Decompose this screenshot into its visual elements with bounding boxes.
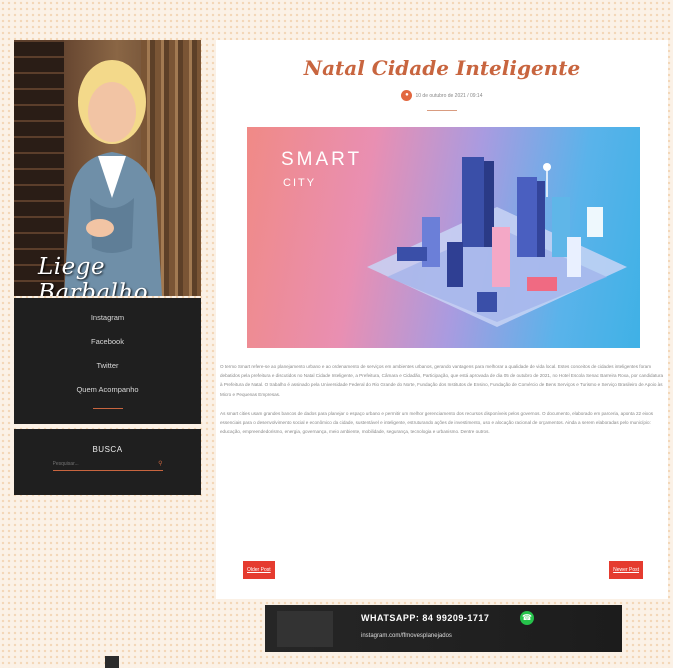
post-paragraph: As smart cities usam grandes bancos de d…	[220, 410, 654, 435]
post-title: Natal Cidade Inteligente	[303, 56, 581, 80]
menu-item-quem-acompanho[interactable]: Quem Acompanho	[14, 378, 201, 402]
profile-photo: Liege Barbalho	[14, 40, 201, 296]
post-meta: ● 10 de outubro de 2021 / 09:14	[216, 90, 668, 101]
hero-text-city: CITY	[283, 177, 317, 189]
newer-post-button[interactable]: Newer Post	[609, 561, 643, 579]
menu-divider	[92, 408, 123, 409]
search-widget: BUSCA ⚲	[14, 429, 201, 495]
author-avatar-icon: ●	[401, 90, 413, 101]
hero-image: SMART CITY	[247, 127, 640, 348]
banner-instagram: instagram.com/ffmovesplanejados	[361, 633, 452, 639]
social-menu: Instagram Facebook Twitter Quem Acompanh…	[14, 298, 201, 424]
post-container: Natal Cidade Inteligente ● 10 de outubro …	[216, 40, 668, 599]
ad-banner[interactable]: WHATSAPP: 84 99209-1717 ☎ instagram.com/…	[265, 605, 622, 652]
search-input[interactable]	[52, 461, 153, 467]
post-body: O termo Smart refere-se ao planejamento …	[220, 362, 666, 446]
older-post-button[interactable]: Older Post	[243, 561, 275, 579]
search-title: BUSCA	[92, 445, 123, 454]
menu-item-twitter[interactable]: Twitter	[14, 354, 201, 378]
post-date: 10 de outubro de 2021 / 09:14	[415, 92, 483, 99]
menu-item-instagram[interactable]: Instagram	[14, 306, 201, 330]
brand-logo	[277, 611, 333, 647]
small-square-icon	[105, 656, 119, 668]
sidebar: Liege Barbalho Instagram Facebook Twitte…	[14, 40, 201, 495]
search-icon[interactable]: ⚲	[158, 460, 162, 467]
hero-text-smart: SMART	[281, 149, 363, 170]
whatsapp-icon: ☎	[520, 611, 534, 625]
signature: Liege Barbalho	[38, 254, 149, 296]
title-divider	[427, 110, 457, 111]
menu-item-facebook[interactable]: Facebook	[14, 330, 201, 354]
post-paragraph: O termo Smart refere-se ao planejamento …	[220, 364, 664, 397]
search-field: ⚲	[52, 460, 163, 471]
banner-whatsapp: WHATSAPP: 84 99209-1717	[361, 613, 490, 623]
